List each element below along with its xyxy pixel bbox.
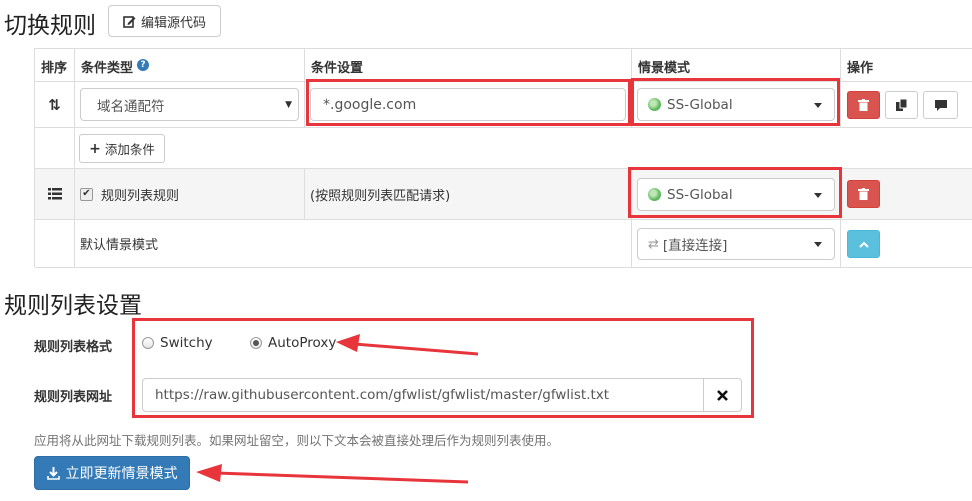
delete-button[interactable]	[847, 91, 880, 119]
rule-list-label-cell: ✔ 规则列表规则	[75, 169, 305, 220]
profile-value-default: [直接连接]	[662, 238, 728, 254]
annotation-arrow-icon	[336, 334, 479, 356]
actions-cell-default	[841, 220, 972, 268]
header-sort: 排序	[35, 49, 75, 82]
url-label: 规则列表网址	[34, 390, 113, 405]
sort-handle[interactable]: ⇅	[35, 82, 75, 128]
annotation-arrow-icon	[196, 464, 469, 484]
caret-down-icon	[814, 242, 822, 247]
section-title-rule-list-settings: 规则列表设置	[4, 293, 142, 319]
update-profile-label: 立即更新情景模式	[65, 466, 178, 482]
format-label: 规则列表格式	[34, 340, 113, 355]
direct-connect-icon: ⇄	[648, 236, 659, 252]
empty-cell	[35, 128, 75, 169]
rule-list-checkbox[interactable]: ✔	[80, 187, 93, 201]
default-profile-label: 默认情景模式	[75, 220, 632, 268]
condition-type-select[interactable]: 域名通配符 ▼	[80, 88, 299, 121]
edit-source-label: 编辑源代码	[140, 15, 206, 31]
trash-icon	[858, 99, 869, 111]
sort-icon: ⇅	[48, 95, 61, 114]
add-condition-button[interactable]: + 添加条件	[79, 134, 165, 163]
comment-icon	[934, 99, 947, 111]
download-icon	[46, 466, 60, 480]
profile-cell-default: ⇄ [直接连接]	[632, 220, 841, 268]
duplicate-button[interactable]	[885, 91, 918, 119]
trash-icon	[858, 188, 869, 200]
plus-icon: +	[89, 140, 101, 157]
caret-down-icon: ▼	[285, 99, 292, 110]
header-condition-type-label: 条件类型	[81, 61, 134, 76]
update-profile-button[interactable]: 立即更新情景模式	[34, 456, 190, 490]
highlight-box-profile-rule-list	[628, 167, 842, 218]
actions-cell-row1	[841, 82, 972, 128]
header-actions: 操作	[841, 49, 972, 82]
rule-list-label: 规则列表规则	[101, 188, 180, 204]
add-condition-label: 添加条件	[104, 142, 155, 157]
help-text: 应用将从此网址下载规则列表。如果网址留空，则以下文本会被直接处理后作为规则列表使…	[34, 433, 560, 448]
header-condition-type: 条件类型 ?	[75, 49, 305, 82]
header-condition-setting: 条件设置	[305, 49, 632, 82]
note-button[interactable]	[923, 91, 958, 119]
move-up-button[interactable]	[847, 230, 880, 258]
chevron-up-icon	[858, 241, 869, 248]
profile-select-default[interactable]: ⇄ [直接连接]	[637, 228, 835, 260]
edit-icon	[123, 15, 136, 28]
list-icon-cell	[35, 169, 75, 220]
add-condition-cell: + 添加条件	[75, 128, 972, 169]
condition-type-value: 域名通配符	[97, 98, 165, 115]
condition-type-cell: 域名通配符 ▼	[75, 82, 305, 128]
highlight-box-condition	[306, 79, 631, 126]
empty-cell	[35, 220, 75, 268]
actions-cell-rule-list	[841, 169, 972, 220]
edit-source-button[interactable]: 编辑源代码	[108, 5, 221, 37]
list-icon	[47, 188, 62, 200]
rule-list-setting-cell: (按照规则列表匹配请求)	[305, 169, 632, 220]
delete-rule-list-button[interactable]	[847, 180, 880, 208]
section-title-switch-rules: 切换规则	[4, 13, 96, 39]
highlight-box-profile-row1	[631, 78, 840, 126]
copy-icon	[895, 99, 907, 111]
help-icon[interactable]: ?	[137, 59, 150, 71]
